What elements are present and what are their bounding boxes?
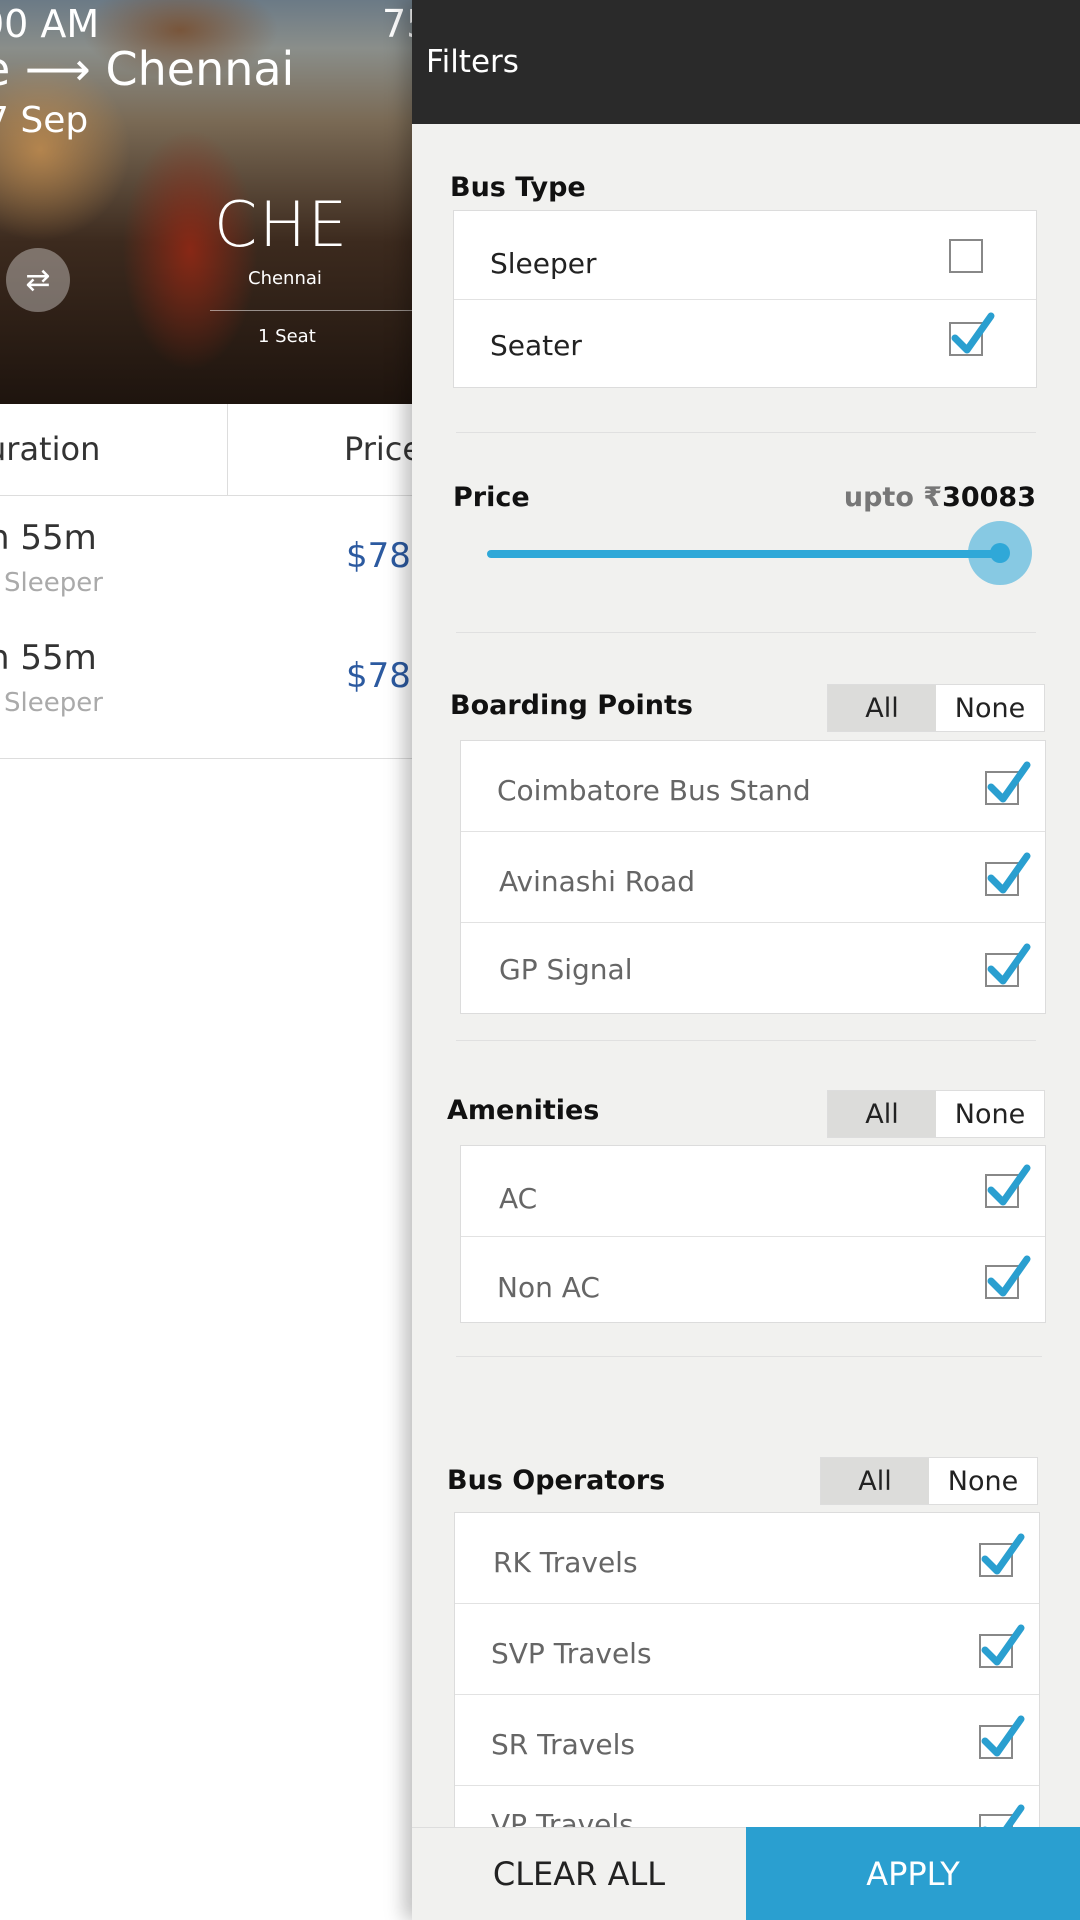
result-bus-type: Sleeper [4, 688, 103, 718]
result-price: $789 [346, 656, 412, 696]
option-label: Non AC [497, 1271, 600, 1304]
sort-price-tab[interactable]: Price [344, 430, 412, 468]
check-icon [981, 1533, 1025, 1575]
check-icon [987, 1164, 1031, 1206]
check-icon [981, 1624, 1025, 1666]
option-label: Avinashi Road [499, 865, 696, 898]
price-title: Price [453, 482, 530, 513]
select-none-button[interactable]: None [929, 1458, 1037, 1504]
bus-operators-title: Bus Operators [447, 1465, 666, 1496]
divider [456, 432, 1036, 433]
price-slider-knob[interactable] [990, 543, 1010, 563]
non-ac-checkbox[interactable] [985, 1255, 1031, 1299]
filter-option[interactable]: RK Travels [455, 1513, 1039, 1604]
option-label: GP Signal [499, 953, 633, 986]
boarding-points-title: Boarding Points [450, 690, 693, 721]
divider [456, 632, 1036, 633]
option-label: Sleeper [490, 247, 597, 280]
filter-option-ac[interactable]: AC [461, 1146, 1045, 1237]
travel-date: 7 Sep [0, 100, 89, 141]
boarding-points-toggle: All None [827, 684, 1045, 732]
result-bus-type: Sleeper [4, 568, 103, 598]
sort-bar: uration Price [0, 404, 412, 496]
filter-option[interactable]: Avinashi Road [461, 832, 1045, 923]
result-price: $789 [346, 536, 412, 576]
boarding-point-checkbox[interactable] [985, 943, 1031, 987]
list-item[interactable]: h 55m Sleeper $789 [0, 620, 412, 740]
price-upto-value: upto ₹30083 [844, 482, 1036, 513]
check-icon [987, 761, 1031, 803]
divider [227, 404, 228, 496]
swap-route-icon[interactable]: ⇄ [6, 248, 70, 312]
filter-option-seater[interactable]: Seater [454, 300, 1036, 389]
divider [456, 1356, 1042, 1357]
filter-option[interactable]: Coimbatore Bus Stand [461, 741, 1045, 832]
result-duration: h 55m [0, 518, 97, 558]
filter-option[interactable]: SVP Travels [455, 1604, 1039, 1695]
upto-amount: 30083 [942, 482, 1036, 513]
filter-header: Filters [412, 0, 1080, 124]
divider [0, 758, 412, 759]
hero-banner: 00 AM 75 e ⟶ Chennai 7 Sep ⇄ CHE Chennai… [0, 0, 412, 404]
apply-button[interactable]: APPLY [746, 1827, 1080, 1920]
divider [456, 1040, 1036, 1041]
bus-type-list: Sleeper Seater [453, 210, 1037, 388]
sleeper-checkbox[interactable] [949, 239, 983, 273]
clear-all-button[interactable]: CLEAR ALL [412, 1827, 746, 1920]
check-icon [981, 1715, 1025, 1757]
bus-operators-list: RK Travels SVP Travels SR Travels VP Tra… [454, 1512, 1040, 1832]
price-slider-track[interactable] [487, 550, 1007, 558]
route-title: e ⟶ Chennai [0, 42, 295, 96]
check-icon [951, 312, 995, 354]
check-icon [987, 852, 1031, 894]
amenities-list: AC Non AC [460, 1145, 1046, 1323]
option-label: Coimbatore Bus Stand [497, 774, 811, 807]
destination-city: Chennai [248, 268, 322, 289]
filter-panel: Filters Bus Type Sleeper Seater Price up… [412, 0, 1080, 1920]
filter-option[interactable]: GP Signal [461, 923, 1045, 1015]
operator-checkbox[interactable] [979, 1533, 1025, 1577]
page-title: Filters [426, 44, 519, 80]
filter-footer: CLEAR ALL APPLY [412, 1827, 1080, 1920]
sort-duration-tab[interactable]: uration [0, 430, 100, 468]
select-all-button[interactable]: All [828, 1091, 936, 1137]
option-label: Seater [490, 329, 582, 362]
divider [210, 310, 412, 311]
filter-option[interactable]: VP Travels [455, 1786, 1039, 1831]
filter-option-non-ac[interactable]: Non AC [461, 1237, 1045, 1324]
search-results-screen: 00 AM 75 e ⟶ Chennai 7 Sep ⇄ CHE Chennai… [0, 0, 412, 1920]
filter-option-sleeper[interactable]: Sleeper [454, 211, 1036, 300]
bus-operators-toggle: All None [820, 1457, 1038, 1505]
result-duration: h 55m [0, 638, 97, 678]
operator-checkbox[interactable] [979, 1624, 1025, 1668]
boarding-point-checkbox[interactable] [985, 761, 1031, 805]
option-label: AC [499, 1182, 538, 1215]
ac-checkbox[interactable] [985, 1164, 1031, 1208]
check-icon [987, 943, 1031, 985]
select-all-button[interactable]: All [828, 685, 936, 731]
select-all-button[interactable]: All [821, 1458, 929, 1504]
header-count: 75 [382, 2, 412, 46]
upto-prefix: upto ₹ [843, 482, 943, 513]
option-label: SR Travels [491, 1728, 635, 1761]
option-label: RK Travels [493, 1546, 638, 1579]
departure-time: 00 AM [0, 2, 100, 46]
check-icon [987, 1255, 1031, 1297]
boarding-point-checkbox[interactable] [985, 852, 1031, 896]
select-none-button[interactable]: None [936, 685, 1044, 731]
operator-checkbox[interactable] [979, 1715, 1025, 1759]
list-item[interactable]: h 55m Sleeper $789 [0, 500, 412, 620]
destination-code: CHE [214, 188, 350, 261]
select-none-button[interactable]: None [936, 1091, 1044, 1137]
boarding-points-list: Coimbatore Bus Stand Avinashi Road GP Si… [460, 740, 1046, 1014]
amenities-title: Amenities [447, 1095, 600, 1126]
option-label: SVP Travels [491, 1637, 652, 1670]
seat-count: 1 Seat [258, 326, 316, 347]
seater-checkbox[interactable] [949, 312, 995, 356]
bus-type-title: Bus Type [450, 172, 586, 203]
filter-option[interactable]: SR Travels [455, 1695, 1039, 1786]
amenities-toggle: All None [827, 1090, 1045, 1138]
